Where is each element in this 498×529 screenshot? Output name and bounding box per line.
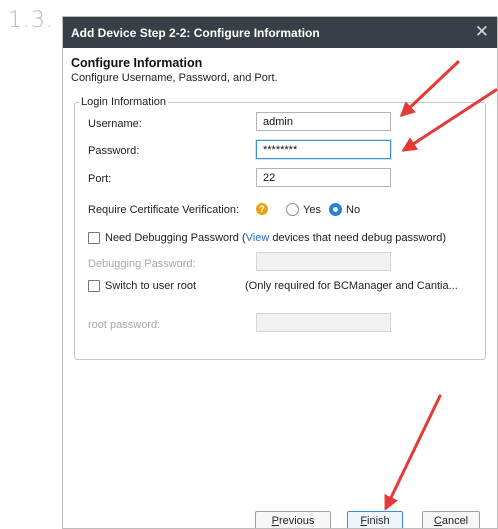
switch-root-label: Switch to user root (105, 280, 197, 292)
need-debug-password-label: Need Debugging Password (View devices th… (105, 232, 446, 244)
username-input[interactable] (256, 112, 391, 131)
cert-yes-radio[interactable] (286, 203, 299, 216)
cert-no-radio[interactable] (329, 203, 342, 216)
password-label: Password: (88, 145, 140, 157)
cert-yes-label[interactable]: Yes (303, 204, 321, 216)
debug-password-label: Debugging Password: (88, 258, 196, 270)
previous-mnemonic: P (271, 515, 279, 527)
port-input[interactable] (256, 168, 391, 187)
close-icon[interactable]: ✕ (475, 22, 489, 42)
cancel-mnemonic: C (433, 515, 442, 527)
cert-no-label[interactable]: No (346, 204, 360, 216)
finish-button[interactable]: Finish (347, 511, 403, 528)
dialog-titlebar: Add Device Step 2-2: Configure Informati… (63, 17, 497, 48)
add-device-dialog: Add Device Step 2-2: Configure Informati… (62, 16, 498, 529)
view-devices-link[interactable]: View (246, 232, 270, 244)
previous-button[interactable]: Previous (255, 511, 331, 528)
password-input[interactable] (256, 140, 391, 159)
username-label: Username: (88, 118, 142, 130)
debug-suffix-text: devices that need debug password) (269, 232, 447, 244)
switch-root-checkbox[interactable] (88, 280, 100, 292)
root-password-input (256, 313, 391, 332)
section-description: Configure Username, Password, and Port. (71, 72, 278, 84)
switch-root-note: (Only required for BCManager and Cantia.… (245, 280, 458, 292)
cancel-label: ancel (441, 515, 469, 527)
port-label: Port: (88, 173, 112, 185)
root-password-label: root password: (88, 319, 161, 331)
login-information-legend: Login Information (79, 96, 168, 108)
section-title: Configure Information (71, 56, 203, 70)
previous-label: revious (278, 515, 315, 527)
help-icon[interactable]: ? (256, 203, 268, 215)
debug-prefix-text: Need Debugging Password ( (105, 232, 246, 244)
debug-password-input (256, 252, 391, 271)
cert-verification-label: Require Certificate Verification: (88, 204, 240, 216)
step-number: 1.3. (8, 8, 54, 33)
need-debug-password-checkbox[interactable] (88, 232, 100, 244)
cancel-button[interactable]: Cancel (422, 511, 480, 528)
finish-label: inish (367, 515, 390, 527)
dialog-title: Add Device Step 2-2: Configure Informati… (71, 25, 320, 40)
